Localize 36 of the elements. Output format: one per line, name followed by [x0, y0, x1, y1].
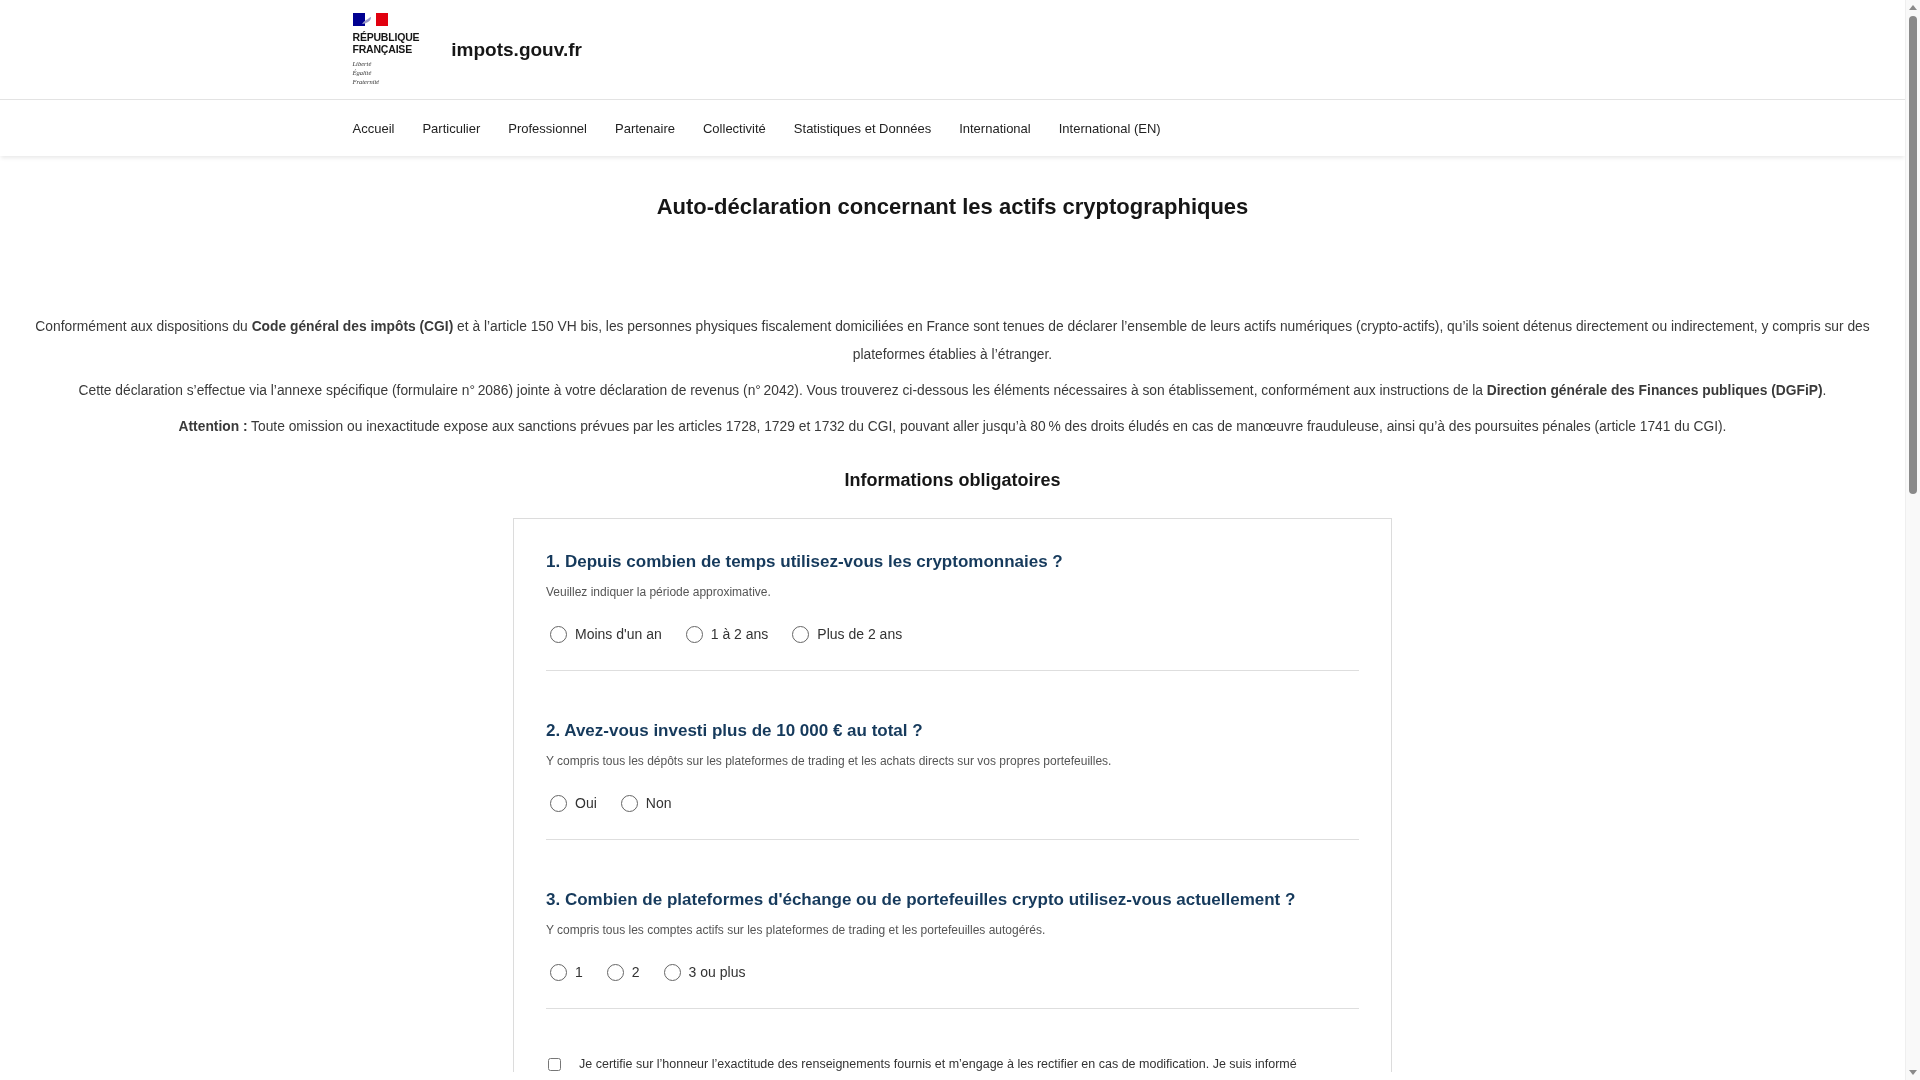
question-hint: Y compris tous les comptes actifs sur les plateformes de trading et les portefeuilles autogérés. [546, 922, 1047, 939]
scrollbar[interactable] [1905, 0, 1920, 1080]
nav-link[interactable]: Particulier [422, 120, 481, 136]
intro-paragraph: Cette déclaration s’effectue via l’annexe spécifique (formulaire n° 2086) jointe à votre déclaration de revenus (n° 2042). Vous trouverez ci-dessous les éléments nécessaires à son établissement, conformément aux instructions de la Direction générale des Finances publiques (DGFiP). [77, 382, 1828, 400]
question-hint: Veuillez indiquer la période approximative. [546, 584, 772, 601]
radio-option[interactable]: 2 [606, 963, 640, 981]
radio-option[interactable]: 1 à 2 ans [685, 625, 769, 643]
logo-name: RÉPUBLIQUE FRANÇAISE [352, 31, 420, 55]
nav-link[interactable]: International [959, 120, 1031, 136]
question-title: 1. Depuis combien de temps utilisez-vous les cryptomonnaies ? [546, 551, 1064, 573]
nav-link[interactable]: Partenaire [615, 120, 675, 136]
radio-option[interactable]: 3 ou plus [663, 963, 746, 981]
radio-option[interactable]: 1 [550, 963, 583, 981]
page-title: Auto-déclaration concernant les actifs cryptographiques [655, 193, 1250, 221]
section-title: Informations obligatoires [843, 469, 1062, 492]
nav-link[interactable]: Accueil [352, 120, 395, 136]
question-title: 2. Avez-vous investi plus de 10 000 € au total ? [546, 720, 924, 742]
radio-option[interactable]: Plus de 2 ans [792, 625, 903, 643]
scroll-up-icon[interactable] [1909, 5, 1917, 10]
nav-link[interactable]: Statistiques et Données [793, 120, 932, 136]
intro-paragraph: Attention : Toute omission ou inexactitude expose aux sanctions prévues par les articles 1728, 1729 et 1732 du CGI, pouvant aller jusqu’à 80 % des droits éludés en cas de manœuvre frauduleuse, ainsi qu’à des poursuites pénales (article 1741 du CGI). [177, 418, 1728, 436]
nav-link[interactable]: Professionnel [508, 120, 587, 136]
nav-link[interactable]: Collectivité [703, 120, 766, 136]
certification-text: Je certifie sur l’honneur l’exactitude des renseignements fournis et m’engage à les rectifier en cas de modification. Je suis informé [579, 1057, 1297, 1072]
radio-option[interactable]: Moins d'un an [550, 625, 662, 643]
nav-link[interactable]: International (EN) [1058, 120, 1161, 136]
scrollbar-thumb[interactable] [1909, 16, 1917, 494]
checkbox[interactable] [548, 1058, 561, 1071]
intro-paragraph: Conformément aux dispositions du Code général des impôts (CGI) et à l’article 150 VH bis, les personnes physiques fiscalement domiciliées en France sont tenues de déclarer l’ensemble de leurs actifs numériques (crypto-actifs), qu’ils soient détenus directement ou indirectement, y compris sur des plateformes établies à l’étranger. [34, 318, 1871, 364]
site-name[interactable]: impots.gouv.fr [451, 38, 582, 61]
radio-option[interactable]: Oui [550, 794, 597, 812]
flag-logo-icon [352, 13, 388, 26]
question-hint: Y compris tous les dépôts sur les plateformes de trading et les achats directs sur vos propres portefeuilles. [546, 753, 1113, 770]
question-title: 3. Combien de plateformes d'échange ou de portefeuilles crypto utilisez-vous actuellement ? [546, 889, 1297, 911]
scroll-down-icon[interactable] [1909, 1070, 1917, 1075]
radio-option[interactable]: Non [620, 794, 672, 812]
